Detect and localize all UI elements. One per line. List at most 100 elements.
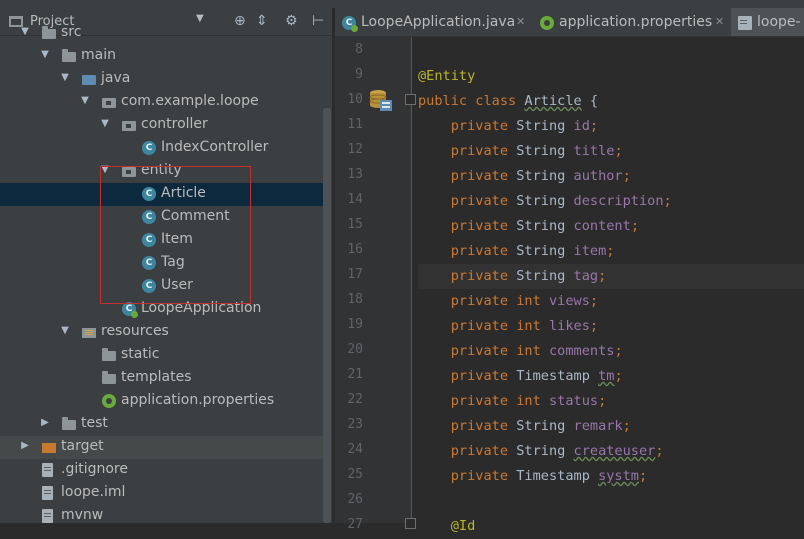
code-token: @Id bbox=[418, 518, 476, 534]
code-token: private bbox=[418, 418, 517, 434]
tree-item-label: mvnw bbox=[61, 507, 104, 523]
orange-folder-icon bbox=[42, 443, 56, 453]
code-line[interactable]: private String title; bbox=[418, 139, 804, 164]
editor-tab-bar: C LoopeApplication.java ✕ application.pr… bbox=[335, 8, 804, 37]
code-token: int bbox=[516, 318, 549, 334]
code-line[interactable]: private Timestamp tm; bbox=[418, 364, 804, 389]
project-panel: Project ▼ ⊕ ⇕ ⚙ ⊢ ▼ src ▼ main ▼ java ▼ com.exa… bbox=[0, 8, 332, 523]
tree-item-com-example-loope[interactable]: ▼ com.example.loope bbox=[0, 91, 324, 114]
chevron-right-icon[interactable]: ▶ bbox=[20, 440, 30, 451]
code-line[interactable]: @Entity bbox=[418, 64, 804, 89]
folder-icon bbox=[102, 371, 116, 384]
code-line[interactable]: private String createuser; bbox=[418, 439, 804, 464]
code-line[interactable] bbox=[418, 489, 804, 514]
code-token: likes bbox=[548, 318, 590, 334]
code-line[interactable]: private String author; bbox=[418, 164, 804, 189]
code-line[interactable]: public class Article { bbox=[418, 89, 804, 114]
line-number: 17 bbox=[347, 267, 363, 282]
tree-item-label: templates bbox=[121, 369, 192, 385]
code-line[interactable]: private int status; bbox=[418, 389, 804, 414]
chevron-down-icon[interactable]: ▼ bbox=[40, 49, 50, 60]
code-token: views bbox=[548, 293, 590, 309]
tree-item-label: application.properties bbox=[121, 392, 275, 408]
tree-item-src[interactable]: ▼ src bbox=[0, 22, 324, 45]
chevron-down-icon[interactable]: ▼ bbox=[100, 118, 110, 129]
code-line[interactable]: private String tag; bbox=[418, 264, 804, 289]
code-token: ; bbox=[589, 118, 599, 134]
tree-item-main[interactable]: ▼ main bbox=[0, 45, 324, 68]
tree-item-mvnw[interactable]: mvnw bbox=[0, 505, 324, 523]
tab-label: LoopeApplication.java bbox=[361, 14, 516, 30]
code-token: ; bbox=[589, 293, 599, 309]
code-token: ; bbox=[622, 418, 631, 434]
tree-item-test[interactable]: ▶ test bbox=[0, 413, 324, 436]
code-token: comments bbox=[548, 343, 615, 359]
fold-marker-icon[interactable] bbox=[405, 518, 416, 529]
line-number: 11 bbox=[347, 117, 363, 132]
tree-item-templates[interactable]: templates bbox=[0, 367, 324, 390]
line-number: 12 bbox=[347, 142, 363, 157]
chevron-down-icon[interactable]: ▼ bbox=[80, 95, 90, 106]
code-token: private bbox=[418, 393, 517, 409]
code-token: ; bbox=[655, 443, 664, 459]
code-token: ; bbox=[614, 368, 623, 384]
code-line[interactable]: private String description; bbox=[418, 189, 804, 214]
tree-item-java[interactable]: ▼ java bbox=[0, 68, 324, 91]
code-line[interactable]: private String item; bbox=[418, 239, 804, 264]
chevron-down-icon[interactable]: ▼ bbox=[20, 26, 30, 37]
code-token: ; bbox=[614, 143, 623, 159]
tree-item--gitignore[interactable]: .gitignore bbox=[0, 459, 324, 482]
code-token: private bbox=[418, 243, 517, 259]
line-number: 20 bbox=[347, 342, 363, 357]
line-number: 19 bbox=[347, 317, 363, 332]
code-token: private bbox=[418, 143, 517, 159]
tree-item-label: controller bbox=[141, 116, 208, 132]
chevron-down-icon[interactable]: ▼ bbox=[60, 72, 70, 83]
tree-item-target[interactable]: ▶ target bbox=[0, 436, 324, 459]
code-token: Timestamp bbox=[516, 468, 599, 484]
code-token: tm bbox=[598, 368, 615, 384]
close-icon[interactable]: ✕ bbox=[715, 15, 724, 28]
code-line[interactable]: private String id; bbox=[418, 114, 804, 139]
code-line[interactable]: private String remark; bbox=[418, 414, 804, 439]
close-icon[interactable]: ✕ bbox=[516, 15, 525, 28]
tab-application-properties[interactable]: application.properties ✕ bbox=[533, 8, 729, 36]
tree-item-static[interactable]: static bbox=[0, 344, 324, 367]
code-line[interactable]: private String content; bbox=[418, 214, 804, 239]
folder-icon bbox=[62, 49, 76, 62]
line-number: 25 bbox=[347, 467, 363, 482]
line-number: 14 bbox=[347, 192, 363, 207]
code-token: private bbox=[418, 218, 517, 234]
tab-loope[interactable]: loope- bbox=[731, 8, 804, 36]
line-number: 22 bbox=[347, 392, 363, 407]
code-editor[interactable]: 8 9 10 11 12 13 14 15 16 17 18 19 20 21 22 23 24 25 26 27 @… bbox=[335, 37, 804, 534]
tree-scrollbar[interactable] bbox=[323, 108, 331, 523]
code-token: ; bbox=[614, 343, 623, 359]
code-line[interactable]: @Id bbox=[418, 514, 804, 539]
tree-item-controller[interactable]: ▼ controller bbox=[0, 114, 324, 137]
folder-icon bbox=[42, 26, 56, 39]
code-line[interactable]: private int comments; bbox=[418, 339, 804, 364]
code-line[interactable] bbox=[418, 39, 804, 64]
code-line[interactable]: private int views; bbox=[418, 289, 804, 314]
code-token: private bbox=[418, 343, 517, 359]
code-line[interactable]: private Timestamp systm; bbox=[418, 464, 804, 489]
code-line[interactable]: private int likes; bbox=[418, 314, 804, 339]
tree-item-label: .gitignore bbox=[61, 461, 128, 477]
fold-marker-icon[interactable] bbox=[405, 94, 416, 105]
pkg-icon bbox=[102, 98, 116, 108]
chevron-right-icon[interactable]: ▶ bbox=[40, 417, 50, 428]
tree-item-indexcontroller[interactable]: C IndexController bbox=[0, 137, 324, 160]
code-area[interactable]: @Entity public class Article { private St… bbox=[418, 37, 804, 534]
tree-item-label: static bbox=[121, 346, 160, 362]
code-token: String bbox=[516, 168, 574, 184]
tree-item-resources[interactable]: ▼ resources bbox=[0, 321, 324, 344]
tab-loopeapplication[interactable]: C LoopeApplication.java ✕ bbox=[335, 8, 531, 36]
database-entity-icon[interactable] bbox=[369, 88, 393, 112]
code-token: private bbox=[418, 118, 517, 134]
chevron-down-icon[interactable]: ▼ bbox=[60, 325, 70, 336]
tree-item-application-properties[interactable]: application.properties bbox=[0, 390, 324, 413]
tree-item-loope-iml[interactable]: loope.iml bbox=[0, 482, 324, 505]
tree-item-label: java bbox=[101, 70, 131, 86]
code-token: ; bbox=[630, 218, 639, 234]
